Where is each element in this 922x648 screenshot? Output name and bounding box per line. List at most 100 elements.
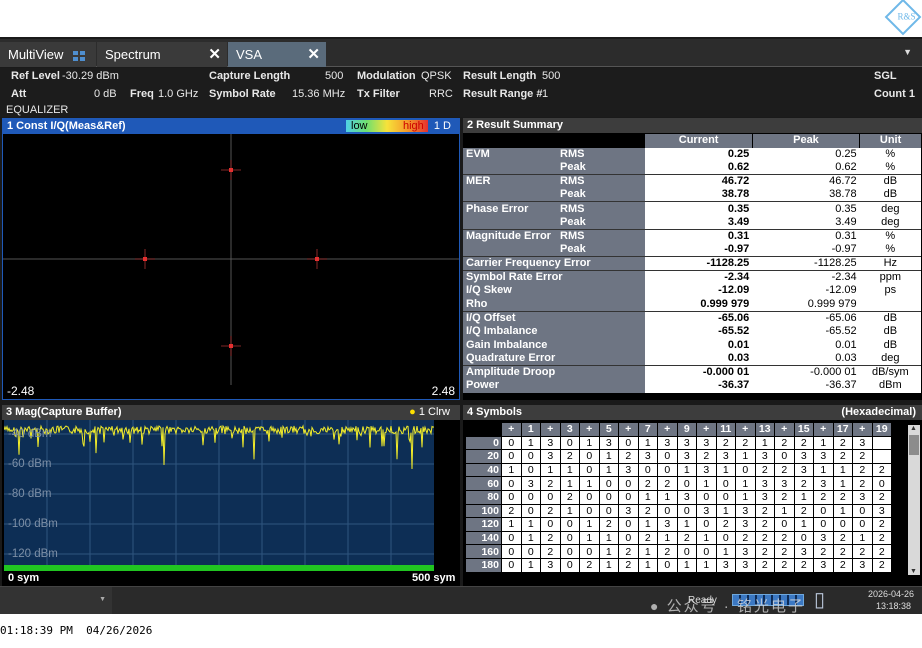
current-value: 0.03 xyxy=(644,351,753,366)
peak-value: 38.78 xyxy=(752,188,860,203)
metric-sublabel: Peak xyxy=(557,215,645,230)
ref-level-value[interactable]: -30.29 dBm xyxy=(62,70,119,82)
symbol-cell: 3 xyxy=(618,503,639,519)
tx-filter-value[interactable]: RRC xyxy=(429,88,453,100)
result-summary-row: Quadrature Error 0.03 0.03 deg xyxy=(463,351,921,366)
symbols-row: 20 0 0 3 2 0 1 2 3 0 3 2 3 1 3 0 3 3 2 2 xyxy=(465,449,892,464)
symbol-cell: 3 xyxy=(813,476,834,491)
symbol-cell: 3 xyxy=(774,476,795,491)
tab-vsa[interactable]: VSA ✕ xyxy=(228,42,326,67)
result-summary-row: Carrier Frequency Error -1128.25 -1128.25 H… xyxy=(463,256,921,271)
status-dropdown-icon[interactable]: ▼ xyxy=(99,596,106,603)
symbol-cell: 2 xyxy=(540,476,561,491)
symbols-table: +1 +3 +5 +7 +9 +11 +13 +15 +17 +19 0 0 1 3 0 1 3 0 1 3 3 3 2 2 1… xyxy=(465,422,892,573)
close-vsa-icon[interactable]: ✕ xyxy=(307,45,320,63)
symbols-row: 140 0 1 2 0 1 1 0 2 1 2 1 0 2 2 2 0 3 2 1 2 xyxy=(465,530,892,546)
current-value: -2.34 xyxy=(644,270,753,284)
result-summary-row: Peak 38.78 38.78 dB xyxy=(463,188,921,203)
result-length-value[interactable]: 500 xyxy=(542,70,560,82)
symbol-cell: 2 xyxy=(871,517,892,532)
symbol-cell: 1 xyxy=(696,530,717,546)
modulation-value[interactable]: QPSK xyxy=(421,70,452,82)
current-value: -1128.25 xyxy=(644,256,753,271)
symbol-cell: 3 xyxy=(735,503,756,519)
peak-value: 3.49 xyxy=(752,215,860,230)
unit-value: ps xyxy=(859,283,921,298)
peak-value: 0.35 xyxy=(752,201,860,216)
constellation-plot[interactable] xyxy=(3,134,459,385)
constellation-panel[interactable]: 1 Const I/Q(Meas&Ref) low high 1 D -2.48… xyxy=(2,118,460,400)
symbol-cell: 2 xyxy=(754,517,775,532)
close-spectrum-icon[interactable]: ✕ xyxy=(208,45,221,63)
metric-label: I/Q Imbalance xyxy=(463,324,645,339)
symbol-cell: 2 xyxy=(832,530,853,546)
symbol-cell: 1 xyxy=(793,517,814,532)
tab-multiview[interactable]: MultiView xyxy=(0,42,96,67)
current-value: -36.37 xyxy=(644,379,753,393)
symbols-panel[interactable]: 4 Symbols (Hexadecimal) +1 +3 +5 +7 +9 +11 +13… xyxy=(463,405,922,587)
result-range-value[interactable]: 1 xyxy=(542,88,548,100)
symbol-cell: 2 xyxy=(813,489,834,505)
symbol-cell: 2 xyxy=(754,530,775,546)
capture-buffer-panel[interactable]: 3 Mag(Capture Buffer) ● 1 Clrw -40 dBm -… xyxy=(2,405,460,587)
att-value[interactable]: 0 dB xyxy=(94,88,117,100)
symbol-cell: 0 xyxy=(676,503,697,519)
symbols-scrollbar[interactable]: ▲ ▼ xyxy=(908,425,920,575)
symbol-point-bottom xyxy=(221,336,241,356)
ref-level-label: Ref Level xyxy=(11,70,60,82)
symbol-rate-value[interactable]: 15.36 MHz xyxy=(292,88,345,100)
symbol-cell: 0 xyxy=(501,489,522,505)
symbol-cell: 2 xyxy=(637,530,658,546)
modulation-label: Modulation xyxy=(357,70,416,82)
symbols-column-header: + xyxy=(657,422,678,437)
measurement-info-header: Ref Level -30.29 dBm Att 0 dB Freq 1.0 G… xyxy=(0,68,922,117)
symbol-cell: 2 xyxy=(871,489,892,505)
symbol-cell: 3 xyxy=(735,517,756,532)
result-summary-row: Peak 0.62 0.62% xyxy=(463,161,921,176)
scroll-thumb[interactable] xyxy=(909,435,919,455)
symbol-cell: 1 xyxy=(598,462,619,478)
metric-sublabel: Peak xyxy=(557,188,645,203)
scroll-down-icon[interactable]: ▼ xyxy=(910,568,917,575)
tab-dropdown-icon[interactable]: ▼ xyxy=(903,47,912,57)
symbols-column-header: + xyxy=(813,422,834,437)
capture-length-value[interactable]: 500 xyxy=(325,70,343,82)
status-left-box[interactable]: ▼ xyxy=(0,587,112,614)
metric-label: Gain Imbalance xyxy=(463,338,645,352)
symbol-cell: 2 xyxy=(559,449,580,464)
multiview-grid-icon xyxy=(73,50,86,61)
tab-multiview-label: MultiView xyxy=(8,47,64,62)
result-summary-title-bar: 2 Result Summary xyxy=(463,118,922,133)
scroll-up-icon[interactable]: ▲ xyxy=(910,425,917,432)
symbol-cell: 3 xyxy=(715,557,736,573)
symbol-point-right xyxy=(307,249,327,269)
symbol-cell: 0 xyxy=(520,489,541,505)
hardware-icon: ▯ xyxy=(814,589,826,611)
peak-value: 0.01 xyxy=(752,338,860,352)
tab-spectrum[interactable]: Spectrum ✕ xyxy=(97,42,227,67)
symbol-cell: 3 xyxy=(676,449,697,464)
symbol-cell: 0 xyxy=(501,544,522,559)
current-value: -65.06 xyxy=(644,311,753,325)
status-bar: ▼ Ready ▯ 2026-04-26 13:18:38 ● 公众号 · 铭光… xyxy=(0,586,922,615)
symbol-cell: 2 xyxy=(774,435,795,451)
current-value: 0.35 xyxy=(644,201,753,216)
symbol-cell: 2 xyxy=(754,503,775,519)
y-label-minus80: -80 dBm xyxy=(8,488,52,500)
column-header-current: Current xyxy=(644,134,753,148)
unit-value: % xyxy=(859,161,921,176)
symbol-cell: 0 xyxy=(559,557,580,573)
symbol-cell: 1 xyxy=(774,503,795,519)
magnitude-plot-area[interactable]: -40 dBm -60 dBm -80 dBm -100 dBm -120 dB… xyxy=(4,420,434,565)
metric-label: Amplitude Droop xyxy=(463,365,645,380)
column-header-unit: Unit xyxy=(859,134,921,148)
symbol-cell: 0 xyxy=(715,530,736,546)
sgl-indicator: SGL xyxy=(874,70,897,82)
result-summary-panel[interactable]: 2 Result Summary Current Peak Unit EVM RM… xyxy=(463,118,922,400)
symbol-cell: 0 xyxy=(559,530,580,546)
symbol-cell: 1 xyxy=(715,503,736,519)
symbol-cell: 1 xyxy=(598,530,619,546)
symbol-cell: 0 xyxy=(520,544,541,559)
result-summary-row: I/Q Skew -12.09 -12.09 ps xyxy=(463,283,921,298)
freq-value[interactable]: 1.0 GHz xyxy=(158,88,198,100)
